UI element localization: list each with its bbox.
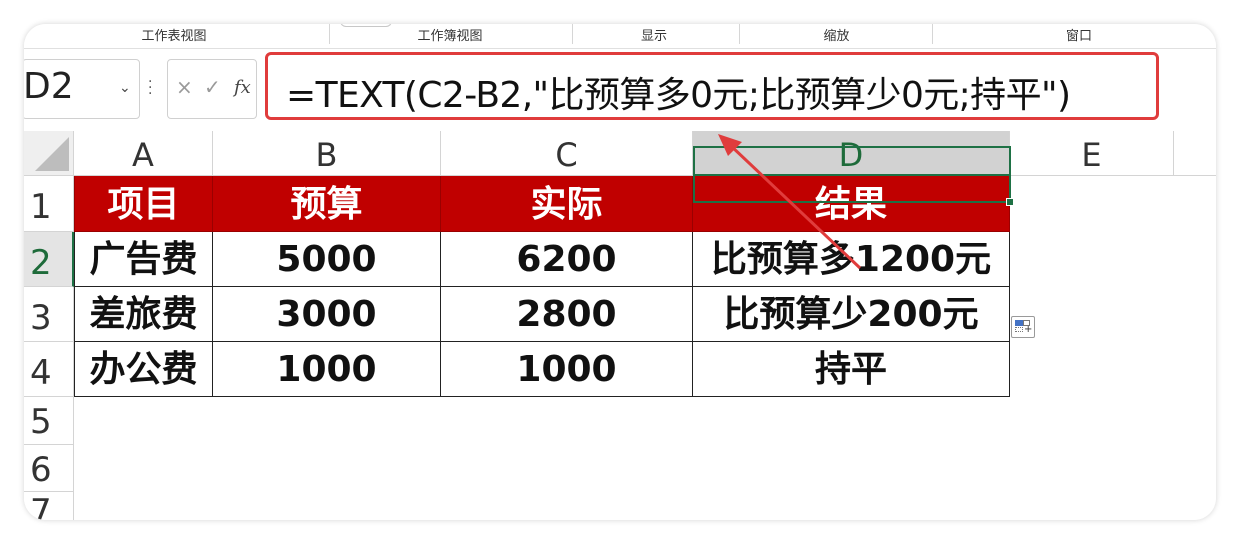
cell-a3[interactable]: 差旅费: [74, 287, 213, 342]
ribbon-separator: [572, 24, 573, 44]
ribbon-separator: [329, 24, 330, 44]
row-header-2[interactable]: 2: [24, 232, 74, 287]
select-all-corner[interactable]: [24, 131, 74, 176]
row-header-6[interactable]: 6: [24, 445, 74, 492]
select-all-triangle-icon: [35, 137, 69, 171]
column-header-c[interactable]: C: [441, 131, 693, 176]
ribbon-group-window: 窗口: [1065, 29, 1092, 44]
column-header-f[interactable]: [1174, 131, 1216, 176]
cell-d3[interactable]: 比预算少200元: [693, 287, 1010, 342]
formula-buttons: × ✓ fx: [167, 59, 257, 119]
ribbon-separator: [932, 24, 933, 44]
ribbon-group-zoom: 缩放: [823, 29, 850, 44]
column-header-d[interactable]: D: [693, 131, 1010, 176]
cancel-icon[interactable]: ×: [176, 75, 193, 99]
row-header-4[interactable]: 4: [24, 342, 74, 397]
cell-b2[interactable]: 5000: [213, 232, 441, 287]
resize-handle-icon[interactable]: · · ·: [148, 75, 152, 101]
ribbon-separator: [739, 24, 740, 44]
name-box[interactable]: D2 ⌄: [24, 59, 140, 119]
cell-c4[interactable]: 1000: [441, 342, 693, 397]
cell-c2[interactable]: 6200: [441, 232, 693, 287]
formula-bar: D2 ⌄ · · · × ✓ fx =TEXT(C2-B2,"比预算多0元;比预算少…: [24, 49, 1216, 125]
ribbon-group-workbook-view: 工作簿视图: [417, 29, 483, 44]
worksheet-grid: A B C D E 1 2 3 4 5 6 7 项目 预算 实际 结果 广告费 …: [24, 131, 1216, 520]
column-header-e[interactable]: E: [1010, 131, 1174, 176]
quick-analysis-icon[interactable]: +: [1011, 316, 1035, 338]
insert-function-icon[interactable]: fx: [234, 77, 251, 98]
ribbon-group-sheet-view: 工作表视图: [141, 29, 207, 44]
cell-b1[interactable]: 预算: [213, 176, 441, 232]
cell-d2[interactable]: 比预算多1200元: [693, 232, 1010, 287]
enter-check-icon[interactable]: ✓: [204, 75, 221, 99]
chevron-down-icon[interactable]: ⌄: [119, 80, 131, 96]
name-box-value: D2: [24, 66, 74, 107]
cell-d4[interactable]: 持平: [693, 342, 1010, 397]
column-header-a[interactable]: A: [74, 131, 213, 176]
cell-c1[interactable]: 实际: [441, 176, 693, 232]
ribbon-group-show: 显示: [640, 29, 667, 44]
ribbon-group-labels: 工作表视图 工作簿视图 显示 缩放 窗口: [24, 24, 1216, 49]
formula-input[interactable]: =TEXT(C2-B2,"比预算多0元;比预算少0元;持平"): [265, 52, 1159, 120]
row-header-1[interactable]: 1: [24, 176, 74, 232]
cell-d1[interactable]: 结果: [693, 176, 1010, 232]
cell-c3[interactable]: 2800: [441, 287, 693, 342]
cell-a2[interactable]: 广告费: [74, 232, 213, 287]
cell-b4[interactable]: 1000: [213, 342, 441, 397]
row-header-5[interactable]: 5: [24, 397, 74, 445]
cell-b3[interactable]: 3000: [213, 287, 441, 342]
row-header-3[interactable]: 3: [24, 287, 74, 342]
column-header-b[interactable]: B: [213, 131, 441, 176]
cell-a4[interactable]: 办公费: [74, 342, 213, 397]
row-header-7[interactable]: 7: [24, 492, 74, 520]
cell-a1[interactable]: 项目: [74, 176, 213, 232]
formula-text: =TEXT(C2-B2,"比预算多0元;比预算少0元;持平"): [286, 75, 1071, 116]
excel-window: 工作表视图 工作簿视图 显示 缩放 窗口 D2 ⌄ · · · × ✓ fx =TE…: [24, 24, 1216, 520]
